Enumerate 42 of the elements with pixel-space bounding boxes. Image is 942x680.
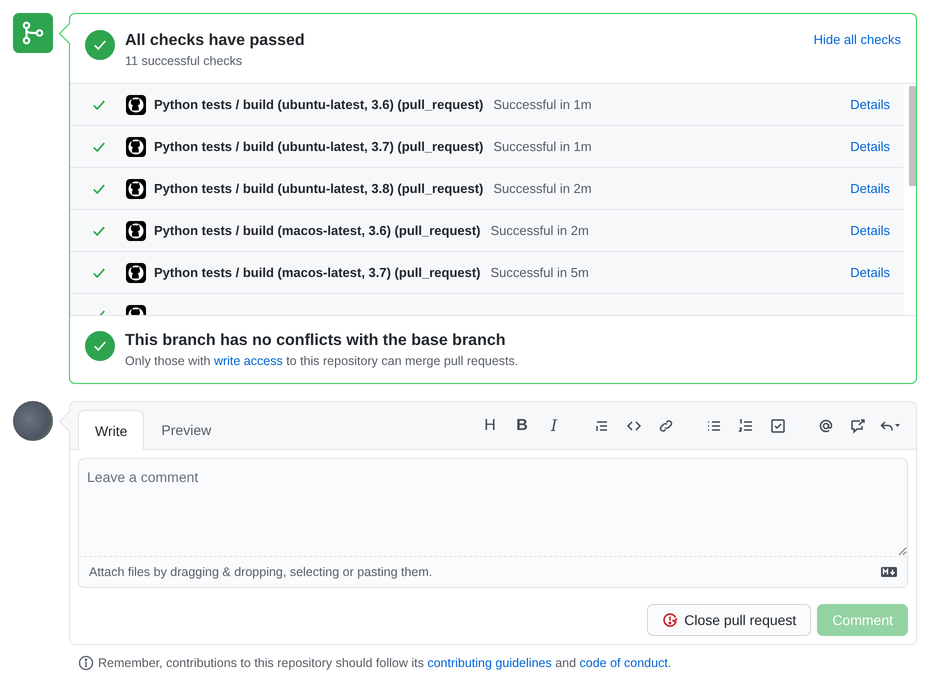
app-icon bbox=[126, 262, 146, 282]
check-name: Python tests / build (macos-latest, 3.7) (pull_request) bbox=[154, 265, 481, 280]
app-icon bbox=[126, 178, 146, 198]
contributing-guidelines-link[interactable]: contributing guidelines bbox=[427, 656, 552, 670]
checks-title: All checks have passed bbox=[125, 32, 306, 50]
details-link[interactable]: Details bbox=[850, 139, 890, 154]
details-link[interactable]: Details bbox=[850, 181, 890, 196]
check-name: Python tests / build (ubuntu-latest, 3.8) (pull_request) bbox=[154, 181, 484, 196]
hide-checks-link[interactable]: Hide all checks bbox=[814, 32, 901, 47]
branch-icon bbox=[13, 13, 53, 53]
close-pull-request-button[interactable]: Close pull request bbox=[647, 604, 812, 636]
success-icon bbox=[85, 30, 115, 60]
check-status: Successful in 1m bbox=[493, 139, 592, 154]
attach-hint: Attach files by dragging & dropping, selecting or pasting them. bbox=[89, 565, 432, 579]
app-icon bbox=[126, 220, 146, 240]
details-link[interactable]: Details bbox=[850, 265, 890, 280]
check-status: Successful in 5m bbox=[490, 265, 589, 280]
details-link[interactable]: Details bbox=[850, 223, 890, 238]
comment-input[interactable]: Leave a comment bbox=[79, 459, 907, 557]
branch-status-title: This branch has no conflicts with the base branch bbox=[125, 332, 507, 350]
check-name: Python tests / build (ubuntu-latest, 3.6) (pull_request) bbox=[154, 97, 484, 112]
comment-field[interactable]: Leave a comment Attach files by dragging & dropping, selecting or pasting them. bbox=[78, 458, 908, 588]
user-avatar bbox=[13, 401, 53, 441]
close-issue-icon bbox=[662, 612, 678, 628]
check-name: Python tests / build (ubuntu-latest, 3.7) (pull_request) bbox=[154, 139, 484, 154]
check-status: Successful in 2m bbox=[493, 181, 592, 196]
app-icon bbox=[126, 136, 146, 156]
info-icon bbox=[78, 655, 94, 671]
contribution-note: Remember, contributions to this repository should follow its contributing guidelines and code of conduct. bbox=[98, 656, 672, 670]
merge-permission-text: Only those with write access to this repository can merge pull requests. bbox=[125, 354, 518, 368]
editor-tab[interactable]: Preview bbox=[144, 410, 228, 449]
markdown-icon bbox=[881, 567, 897, 577]
app-icon bbox=[126, 94, 146, 114]
success-icon bbox=[85, 331, 115, 361]
check-name: Python tests / build (macos-latest, 3.6) (pull_request) bbox=[154, 223, 481, 238]
check-status: Successful in 1m bbox=[493, 97, 592, 112]
details-link[interactable]: Details bbox=[850, 97, 890, 112]
editor-tab[interactable]: Write bbox=[78, 410, 144, 450]
write-access-link[interactable]: write access bbox=[214, 354, 283, 368]
check-status: Successful in 2m bbox=[490, 223, 589, 238]
checks-count: 11 successful checks bbox=[125, 54, 244, 68]
code-of-conduct-link[interactable]: code of conduct bbox=[580, 656, 668, 670]
